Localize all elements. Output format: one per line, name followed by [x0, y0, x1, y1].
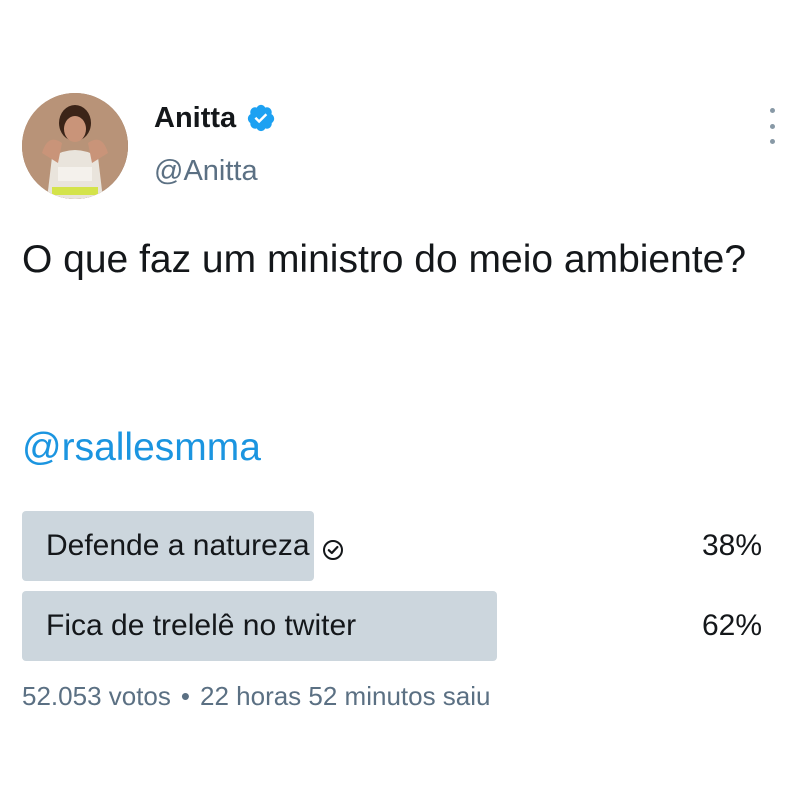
tweet-text: O que faz um ministro do meio ambiente? — [22, 238, 747, 281]
more-options-icon[interactable] — [760, 108, 784, 144]
voted-check-icon — [322, 535, 344, 560]
poll-time-status: 22 horas 52 minutos saiu — [200, 681, 491, 711]
poll-option-text-2: Fica de trelelê no twiter — [46, 609, 357, 642]
poll-option-label-2: Fica de trelelê no twiter — [46, 591, 356, 661]
poll-percent-1: 38% — [701, 529, 762, 562]
poll-percent-2: 62% — [701, 609, 762, 642]
user-handle[interactable]: @Anitta — [154, 157, 258, 186]
poll-footer: 52.053 votos • 22 horas 52 minutos saiu — [22, 680, 491, 712]
poll-option-2: Fica de trelelê no twiter 62% — [22, 591, 762, 661]
verified-badge-icon — [246, 103, 276, 133]
display-name[interactable]: Anitta — [154, 103, 236, 133]
poll-option-1: Defende a natureza 38% — [22, 511, 762, 581]
profile-photo-icon — [22, 93, 128, 199]
poll-option-text-1: Defende a natureza — [46, 529, 310, 562]
tweet-card: Anitta @Anitta O que faz um ministro do … — [0, 0, 800, 800]
poll-vote-count: 52.053 votos — [22, 681, 171, 711]
avatar[interactable] — [22, 93, 128, 199]
poll-separator: • — [180, 681, 190, 711]
mention-link[interactable]: @rsallesmma — [22, 424, 261, 472]
poll-option-label-1: Defende a natureza — [46, 511, 344, 581]
author-row: Anitta — [154, 103, 276, 133]
